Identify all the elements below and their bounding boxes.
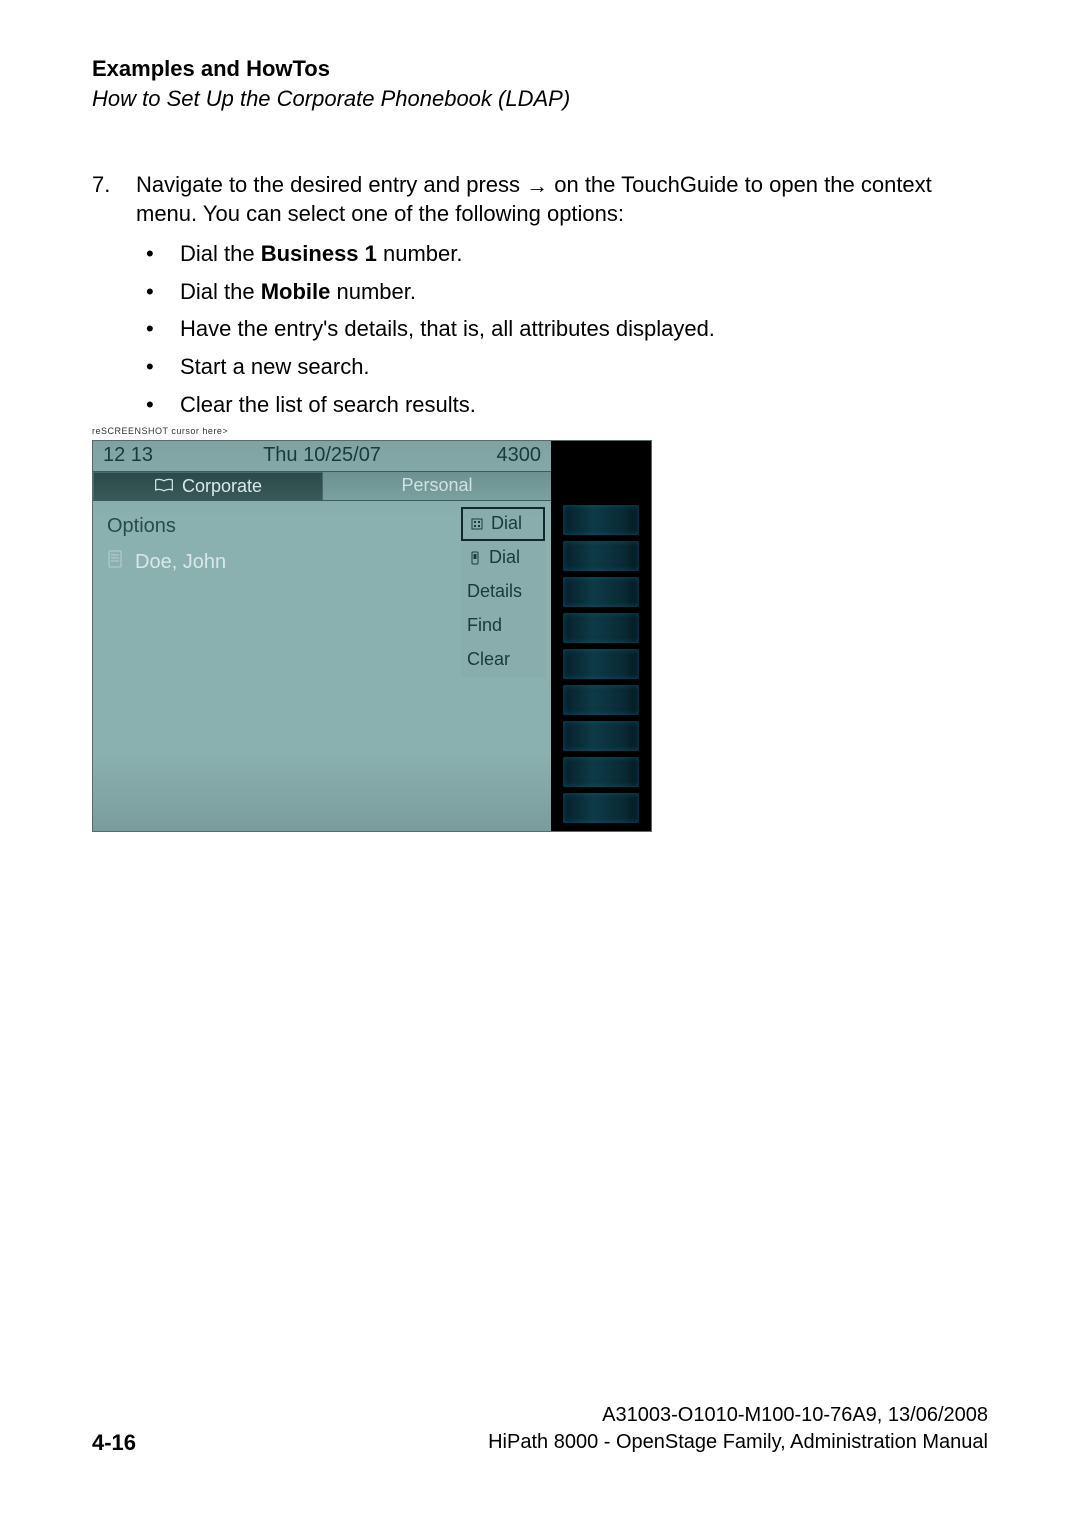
tab-bar: Corporate Personal bbox=[93, 471, 551, 501]
context-label: Find bbox=[467, 613, 502, 637]
softkey-slot[interactable] bbox=[563, 685, 639, 715]
list-item: Dial the Business 1 number. bbox=[136, 239, 988, 269]
context-clear[interactable]: Clear bbox=[461, 643, 545, 677]
phone-screenshot: 12 13 Thu 10/25/07 4300 bbox=[92, 440, 652, 832]
phone-softkey-sidebar bbox=[551, 441, 651, 831]
mobile-dial-icon bbox=[467, 550, 483, 566]
business-dial-icon bbox=[469, 516, 485, 532]
softkey-slot[interactable] bbox=[563, 613, 639, 643]
book-icon bbox=[154, 474, 174, 498]
status-bar: 12 13 Thu 10/25/07 4300 bbox=[93, 441, 551, 471]
doc-title: HiPath 8000 - OpenStage Family, Administ… bbox=[488, 1429, 988, 1456]
status-time: 12 13 bbox=[103, 442, 161, 469]
softkey-slot[interactable] bbox=[563, 793, 639, 823]
context-dial-business[interactable]: Dial bbox=[461, 507, 545, 541]
status-date: Thu 10/25/07 bbox=[93, 442, 551, 469]
tab-corporate[interactable]: Corporate bbox=[93, 472, 323, 500]
softkey-slot[interactable] bbox=[563, 721, 639, 751]
options-list: Dial the Business 1 number. Dial the Mob… bbox=[92, 239, 988, 419]
step-text-before: Navigate to the desired entry and press bbox=[136, 172, 526, 197]
list-item: Have the entry's details, that is, all a… bbox=[136, 314, 988, 344]
phonebook-entry[interactable]: Doe, John bbox=[107, 549, 226, 576]
context-label: Dial bbox=[489, 545, 520, 569]
list-item: Clear the list of search results. bbox=[136, 390, 988, 420]
context-label: Clear bbox=[467, 647, 510, 671]
section-subtitle: How to Set Up the Corporate Phonebook (L… bbox=[92, 86, 988, 112]
entry-name: Doe, John bbox=[135, 549, 226, 576]
softkey-slot[interactable] bbox=[563, 541, 639, 571]
softkey-slot[interactable] bbox=[563, 505, 639, 535]
contact-icon bbox=[107, 549, 123, 576]
softkey-slot[interactable] bbox=[563, 577, 639, 607]
context-dial-mobile[interactable]: Dial bbox=[461, 541, 545, 575]
tab-personal[interactable]: Personal bbox=[323, 472, 551, 500]
softkey-slot[interactable] bbox=[563, 757, 639, 787]
page-number: 4-16 bbox=[92, 1430, 136, 1456]
step-number: 7. bbox=[92, 170, 136, 229]
context-details[interactable]: Details bbox=[461, 575, 545, 609]
tab-label: Corporate bbox=[182, 474, 262, 498]
context-menu: Dial Dial Details bbox=[461, 507, 545, 677]
chapter-title: Examples and HowTos bbox=[92, 55, 988, 84]
context-find[interactable]: Find bbox=[461, 609, 545, 643]
arrow-right-icon: → bbox=[526, 171, 548, 201]
context-label: Details bbox=[467, 579, 522, 603]
phone-lcd: 12 13 Thu 10/25/07 4300 bbox=[93, 441, 551, 831]
list-item: Start a new search. bbox=[136, 352, 988, 382]
screenshot-caption: reSCREENSHOT cursor here> bbox=[92, 425, 652, 437]
softkey-slot[interactable] bbox=[563, 649, 639, 679]
list-item: Dial the Mobile number. bbox=[136, 277, 988, 307]
status-extension: 4300 bbox=[497, 442, 542, 469]
footer-info: A31003-O1010-M100-10-76A9, 13/06/2008 Hi… bbox=[488, 1402, 988, 1456]
options-label[interactable]: Options bbox=[107, 513, 176, 540]
doc-id: A31003-O1010-M100-10-76A9, 13/06/2008 bbox=[488, 1402, 988, 1429]
step-text: Navigate to the desired entry and press … bbox=[136, 170, 988, 229]
tab-label: Personal bbox=[401, 473, 472, 497]
context-label: Dial bbox=[491, 511, 522, 535]
